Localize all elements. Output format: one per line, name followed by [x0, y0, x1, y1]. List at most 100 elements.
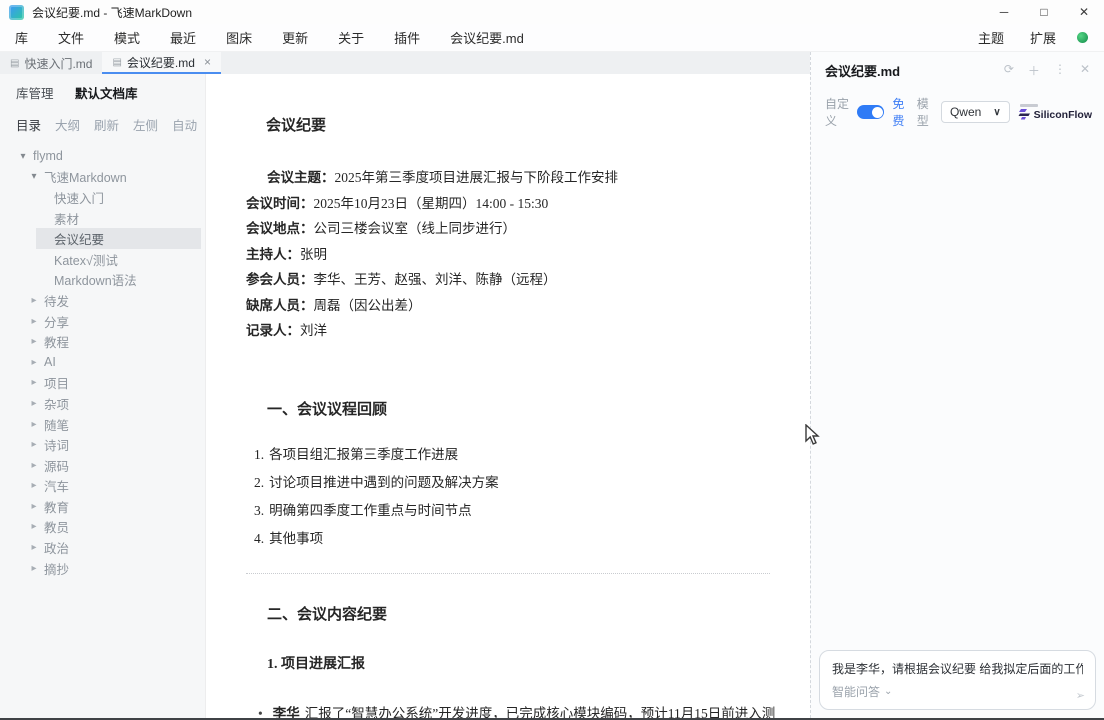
bullet-item: • 李华汇报了“智慧办公系统”开发进度，已完成核心模块编码，预计11月15日前进…: [246, 702, 786, 719]
refresh-icon[interactable]: ⟳: [1004, 62, 1014, 79]
chevron-right-icon: ▸: [29, 398, 39, 409]
tree-item-material[interactable]: 素材: [0, 208, 205, 229]
tree-item-meeting-notes[interactable]: 会议纪要: [36, 228, 201, 249]
chevron-right-icon: ▸: [29, 460, 39, 471]
agenda-item: 2.讨论项目推进中遇到的问题及解决方案: [254, 469, 770, 497]
menu-update[interactable]: 更新: [267, 28, 323, 47]
siliconflow-logo-icon: [1018, 109, 1031, 120]
meta-attendees: 参会人员：李华、王芳、赵强、刘洋、陈静（远程）: [246, 267, 770, 293]
meta-location: 会议地点：公司三楼会议室（线上同步进行）: [246, 216, 770, 242]
panel-close-icon[interactable]: ✕: [1080, 62, 1090, 79]
tree-folder-project[interactable]: ▸项目: [0, 373, 205, 394]
toolbar-left-button[interactable]: 左侧: [133, 115, 158, 134]
chevron-right-icon: ▸: [29, 357, 39, 368]
tree-item-quick-start[interactable]: 快速入门: [0, 187, 205, 208]
tab-quick-start[interactable]: ▤ 快速入门.md: [0, 52, 102, 74]
meta-host: 主持人：张明: [246, 242, 770, 268]
library-manage-button[interactable]: 库管理: [16, 87, 54, 101]
model-label: 模型: [917, 95, 933, 129]
tree-folder-tutorial[interactable]: ▸教程: [0, 331, 205, 352]
bullet-icon: •: [258, 702, 273, 719]
tab-label: 快速入门.md: [24, 55, 92, 72]
maximize-button[interactable]: □: [1024, 0, 1064, 24]
tab-label: 会议纪要.md: [127, 54, 195, 71]
horizontal-rule: [246, 573, 770, 574]
chevron-right-icon: ▸: [29, 501, 39, 512]
window-title: 会议纪要.md - 飞速MarkDown: [32, 4, 192, 21]
brand-block: SiliconFlow: [1018, 104, 1092, 121]
ai-panel-header: 会议纪要.md ⟳ ＋ ⋮ ✕: [811, 52, 1104, 80]
tree-item-markdown-syntax[interactable]: Markdown语法: [0, 270, 205, 291]
chevron-down-icon: ▾: [18, 151, 28, 162]
meta-time: 会议时间：2025年10月23日（星期四）14:00 - 15:30: [246, 191, 770, 217]
free-mode-toggle[interactable]: [857, 105, 884, 119]
meta-topic: 会议主题：2025年第三季度项目进展汇报与下阶段工作安排: [246, 165, 770, 191]
bullet-text: 汇报了“智慧办公系统”开发进度，已完成核心模块编码，预计11月15日前进入测试阶…: [273, 706, 775, 719]
tree-folder-essay[interactable]: ▸随笔: [0, 414, 205, 435]
custom-label: 自定义: [825, 95, 849, 129]
chat-input-value: 我是李华，请根据会议纪要 给我拟定后面的工作安排: [832, 662, 1083, 676]
free-label: 免费: [892, 95, 908, 129]
tree-folder-misc[interactable]: ▸杂项: [0, 393, 205, 414]
tree-item-flymd[interactable]: ▾flymd: [0, 146, 205, 167]
menu-mode[interactable]: 模式: [99, 28, 155, 47]
tab-strip: ▤ 快速入门.md ▤ 会议纪要.md ×: [0, 52, 810, 74]
app-icon: [9, 5, 24, 20]
menu-file[interactable]: 文件: [43, 28, 99, 47]
tree-folder-excerpt[interactable]: ▸摘抄: [0, 558, 205, 579]
tree-folder-teacher[interactable]: ▸教员: [0, 517, 205, 538]
chevron-right-icon: ▸: [29, 295, 39, 306]
tab-meeting-notes[interactable]: ▤ 会议纪要.md ×: [102, 52, 220, 74]
agenda-item: 1.各项目组汇报第三季度工作进展: [254, 441, 770, 469]
tree-folder-ai[interactable]: ▸AI: [0, 352, 205, 373]
menu-library[interactable]: 库: [0, 28, 43, 47]
document: 会议纪要 会议主题：2025年第三季度项目进展汇报与下阶段工作安排 会议时间：2…: [206, 74, 810, 718]
tree-item-katex-test[interactable]: Katex√测试: [0, 249, 205, 270]
tree-folder-education[interactable]: ▸教育: [0, 496, 205, 517]
document-icon: ▤: [10, 58, 19, 69]
menu-plugins[interactable]: 插件: [379, 28, 435, 47]
close-button[interactable]: ✕: [1064, 0, 1104, 24]
chevron-down-icon: ∨: [993, 107, 1000, 118]
meta-absent: 缺席人员：周磊（因公出差）: [246, 293, 770, 319]
tree-folder-pending[interactable]: ▸待发: [0, 290, 205, 311]
ai-panel-title: 会议纪要.md: [825, 61, 900, 80]
chevron-right-icon: ▸: [29, 521, 39, 532]
toolbar-auto-button[interactable]: 自动: [172, 115, 197, 134]
green-status-icon[interactable]: [1077, 32, 1088, 43]
tree-folder-share[interactable]: ▸分享: [0, 311, 205, 332]
tree-folder-cars[interactable]: ▸汽车: [0, 476, 205, 497]
tree-item-feisu-markdown[interactable]: ▾飞速Markdown: [0, 167, 205, 188]
editor-pane[interactable]: 会议纪要 会议主题：2025年第三季度项目进展汇报与下阶段工作安排 会议时间：2…: [205, 74, 810, 718]
menu-extensions[interactable]: 扩展: [1017, 28, 1069, 47]
send-icon[interactable]: ➢: [1076, 689, 1085, 702]
library-name[interactable]: 默认文档库: [75, 87, 138, 101]
toolbar-outline-button[interactable]: 大纲: [55, 115, 80, 134]
chevron-right-icon: ▸: [29, 480, 39, 491]
more-icon[interactable]: ⋮: [1054, 62, 1066, 79]
brand-caption: [1020, 104, 1038, 107]
chevron-down-icon: ▾: [29, 171, 39, 182]
chevron-right-icon: ▸: [29, 316, 39, 327]
menu-about[interactable]: 关于: [323, 28, 379, 47]
tree-folder-poetry[interactable]: ▸诗词: [0, 434, 205, 455]
tree-folder-politics[interactable]: ▸政治: [0, 537, 205, 558]
tree-folder-source-code[interactable]: ▸源码: [0, 455, 205, 476]
chevron-right-icon: ▸: [29, 336, 39, 347]
ai-panel: 会议纪要.md ⟳ ＋ ⋮ ✕ 自定义 免费 模型 Qwen ∨ Silicon…: [810, 52, 1104, 718]
chat-input[interactable]: 我是李华，请根据会议纪要 给我拟定后面的工作安排 智能问答 ⌄ ➢: [819, 650, 1096, 710]
minimize-button[interactable]: ─: [984, 0, 1024, 24]
toolbar-refresh-button[interactable]: 刷新: [94, 115, 119, 134]
answer-mode-select[interactable]: 智能问答 ⌄: [832, 683, 892, 700]
document-icon: ▤: [112, 57, 121, 68]
menu-current-file[interactable]: 会议纪要.md: [435, 28, 539, 47]
model-select[interactable]: Qwen ∨: [941, 101, 1010, 123]
toolbar-toc-button[interactable]: 目录: [16, 115, 41, 134]
chevron-right-icon: ▸: [29, 377, 39, 388]
menu-theme[interactable]: 主题: [965, 28, 1017, 47]
plus-icon[interactable]: ＋: [1028, 62, 1040, 79]
menu-recent[interactable]: 最近: [155, 28, 211, 47]
doc-title: 会议纪要: [246, 114, 770, 135]
menu-image-host[interactable]: 图床: [211, 28, 267, 47]
tab-close-icon[interactable]: ×: [204, 55, 211, 69]
